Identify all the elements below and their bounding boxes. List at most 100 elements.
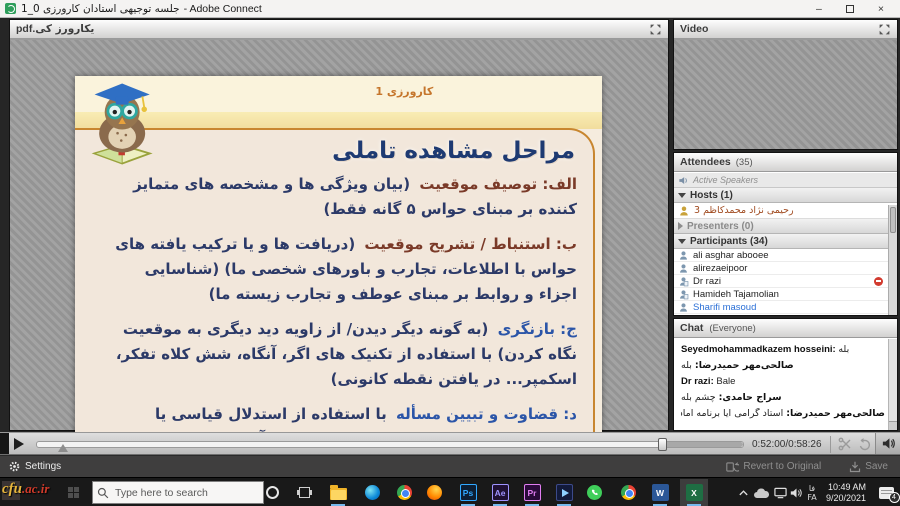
after-effects-icon: Ae: [492, 484, 509, 501]
chat-message: Dr razi: Bale: [681, 376, 885, 387]
group-row-hosts[interactable]: Hosts (1): [674, 188, 897, 203]
taskbar-search-input[interactable]: [113, 486, 259, 500]
language-code: FA: [807, 493, 816, 502]
save-button[interactable]: Save: [849, 461, 888, 473]
attendees-pod-header[interactable]: Attendees (35): [674, 153, 897, 172]
video-pod-header[interactable]: Video: [674, 20, 897, 39]
attendee-row[interactable]: Hamideh Tajamolian: [674, 288, 897, 301]
attendee-row[interactable]: alirezaeipoor: [674, 262, 897, 275]
slide-paragraph-c: ج: بازنگری (به گونه دیگر دیدن/ از زاویه …: [103, 317, 577, 392]
play-button[interactable]: [14, 438, 24, 450]
taskbar-search[interactable]: [92, 481, 264, 504]
media-app-icon: [556, 484, 573, 501]
chat-scrollbar[interactable]: [888, 339, 897, 430]
person-badge-icon: [678, 289, 689, 300]
restore-button[interactable]: [846, 5, 854, 13]
active-speaker-icon: [678, 175, 689, 186]
slide-title: مراحل مشاهده تاملی: [103, 138, 575, 164]
attendee-name: ali asghar abooee: [693, 250, 769, 261]
attendee-name: Sharifi masoud: [693, 302, 756, 313]
share-pod-canvas: کارورزی 1 مراحل مشاهده تاملی الف: توصیف …: [10, 40, 668, 430]
start-button[interactable]: [68, 487, 79, 498]
premiere-button[interactable]: Pr: [518, 479, 546, 506]
action-center-button[interactable]: 4: [874, 478, 898, 506]
minimize-button[interactable]: –: [816, 3, 822, 15]
tray-expand-button[interactable]: [736, 478, 750, 506]
excel-button[interactable]: X: [680, 479, 708, 506]
attendee-name: Dr razi: [693, 276, 721, 287]
person-icon: [678, 263, 689, 274]
attendees-pod: Attendees (35) Active Speakers Hosts (1)…: [673, 152, 898, 316]
seek-bar[interactable]: [36, 441, 744, 448]
scrollbar-thumb[interactable]: [890, 207, 896, 233]
presenters-group-label: Presenters (0): [687, 221, 754, 232]
photoshop-icon: Ps: [460, 484, 477, 501]
attendee-row-host[interactable]: رحیمی نژاد محمدکاظم 3: [674, 203, 897, 219]
whatsapp-button[interactable]: [580, 479, 608, 506]
scrollbar-corner[interactable]: [889, 421, 897, 430]
word-icon: W: [652, 484, 669, 501]
group-row-presenters[interactable]: Presenters (0): [674, 219, 897, 234]
attendee-row[interactable]: Dr razi: [674, 275, 897, 288]
share-pod-header[interactable]: pdf.یکارورز کی: [10, 20, 668, 39]
language-indicator[interactable]: فا FA: [804, 478, 820, 506]
photoshop-button[interactable]: Ps: [454, 479, 482, 506]
edge-button[interactable]: [358, 479, 386, 506]
cfu-watermark: cfu.ac.ir: [2, 480, 49, 498]
chrome-button-2[interactable]: [614, 479, 642, 506]
slide-course-label: کارورزی 1: [375, 85, 433, 98]
volume-zone: [875, 433, 900, 454]
stepped-away-status-icon: [874, 277, 883, 286]
speaker-icon: [790, 487, 803, 499]
file-explorer-icon: [330, 488, 347, 500]
chat-scope: (Everyone): [709, 323, 755, 334]
fullscreen-icon[interactable]: [649, 23, 662, 36]
notification-badge: 4: [889, 492, 900, 503]
seek-start-marker[interactable]: [58, 444, 68, 452]
save-download-icon: [849, 461, 861, 473]
fullscreen-icon[interactable]: [878, 23, 891, 36]
task-view-button[interactable]: [290, 479, 318, 506]
owl-mascot-image: [78, 78, 170, 170]
chat-pod: Chat (Everyone) Seyedmohammadkazem hosse…: [673, 318, 898, 431]
settings-button[interactable]: Settings: [0, 461, 61, 472]
chat-title: Chat: [680, 322, 703, 334]
edge-icon: [365, 485, 380, 500]
media-app-button[interactable]: [550, 479, 578, 506]
close-button[interactable]: ×: [878, 3, 884, 15]
slide: کارورزی 1 مراحل مشاهده تاملی الف: توصیف …: [75, 76, 602, 451]
firefox-button[interactable]: [420, 479, 448, 506]
onedrive-tray-item[interactable]: [752, 478, 770, 506]
paragraph-b-lead: ب: استنباط / تشریح موقعیت: [364, 235, 577, 253]
attendee-row-self[interactable]: Sharifi masoud: [674, 301, 897, 314]
after-effects-button[interactable]: Ae: [486, 479, 514, 506]
task-view-icon: [299, 487, 310, 498]
chat-message-list[interactable]: Seyedmohammadkazem hosseini: بله صالحی‌م…: [674, 339, 897, 430]
attendee-name: Hamideh Tajamolian: [693, 289, 779, 300]
seek-thumb[interactable]: [658, 438, 667, 451]
paragraph-d-lead: د: قضاوت و تبیین مسأله: [396, 405, 577, 423]
speaker-icon[interactable]: [881, 436, 896, 451]
attendee-row[interactable]: ali asghar abooee: [674, 249, 897, 262]
language-native: فا: [807, 484, 816, 493]
chrome-button[interactable]: [390, 479, 418, 506]
attendees-scrollbar[interactable]: [888, 205, 897, 315]
save-label: Save: [865, 461, 888, 472]
cut-icon[interactable]: [838, 437, 852, 451]
chat-pod-header[interactable]: Chat (Everyone): [674, 319, 897, 338]
active-speakers-row[interactable]: Active Speakers: [674, 173, 897, 188]
group-row-participants[interactable]: Participants (34): [674, 234, 897, 249]
network-tray-item[interactable]: [772, 478, 788, 506]
word-button[interactable]: W: [646, 479, 674, 506]
chat-message: Seyedmohammadkazem hosseini: بله: [681, 344, 885, 355]
clock[interactable]: 10:49 AM 9/20/2021: [822, 478, 870, 506]
chat-sender: صالحی‌مهر حمیدرضا:: [786, 408, 885, 419]
cortana-button[interactable]: [258, 479, 286, 506]
video-pod-title: Video: [680, 23, 708, 35]
volume-tray-item[interactable]: [788, 478, 804, 506]
revert-icon: [726, 461, 739, 473]
undo-icon[interactable]: [857, 437, 871, 451]
revert-to-original-button[interactable]: Revert to Original: [726, 461, 821, 473]
watermark-gold-text: cfu: [2, 481, 22, 497]
file-explorer-button[interactable]: [324, 479, 352, 506]
